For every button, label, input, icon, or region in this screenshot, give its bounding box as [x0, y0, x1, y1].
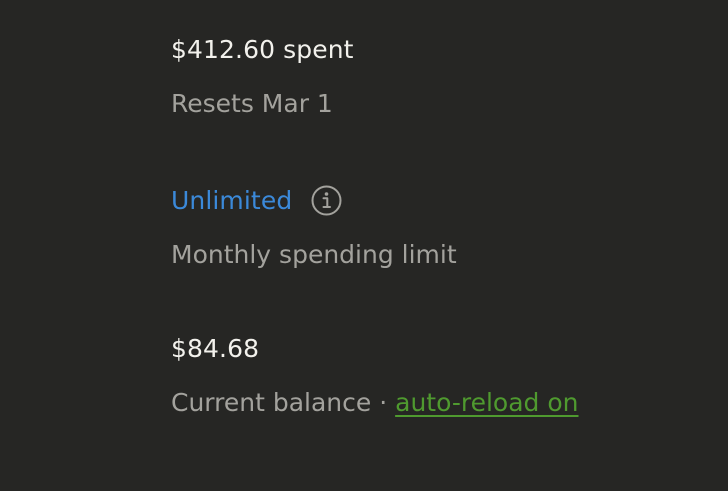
balance-section: $84.68 Current balance · auto-reload on	[171, 334, 579, 418]
limit-section: Unlimited Monthly spending limit	[171, 185, 457, 270]
spent-section: $412.60 spent Resets Mar 1	[171, 35, 354, 119]
separator-dot: ·	[371, 388, 396, 417]
limit-row: Unlimited	[171, 185, 457, 216]
balance-amount: $84.68	[171, 334, 260, 363]
reset-date: Resets Mar 1	[171, 89, 333, 118]
auto-reload-link[interactable]: auto-reload on	[395, 388, 578, 417]
spending-limit-label: Monthly spending limit	[171, 240, 457, 269]
spending-limit-value: Unlimited	[171, 185, 293, 215]
balance-label: Current balance	[171, 388, 372, 417]
info-icon[interactable]	[311, 185, 342, 216]
balance-line: Current balance · auto-reload on	[171, 388, 579, 418]
spent-amount: $412.60 spent	[171, 35, 354, 64]
